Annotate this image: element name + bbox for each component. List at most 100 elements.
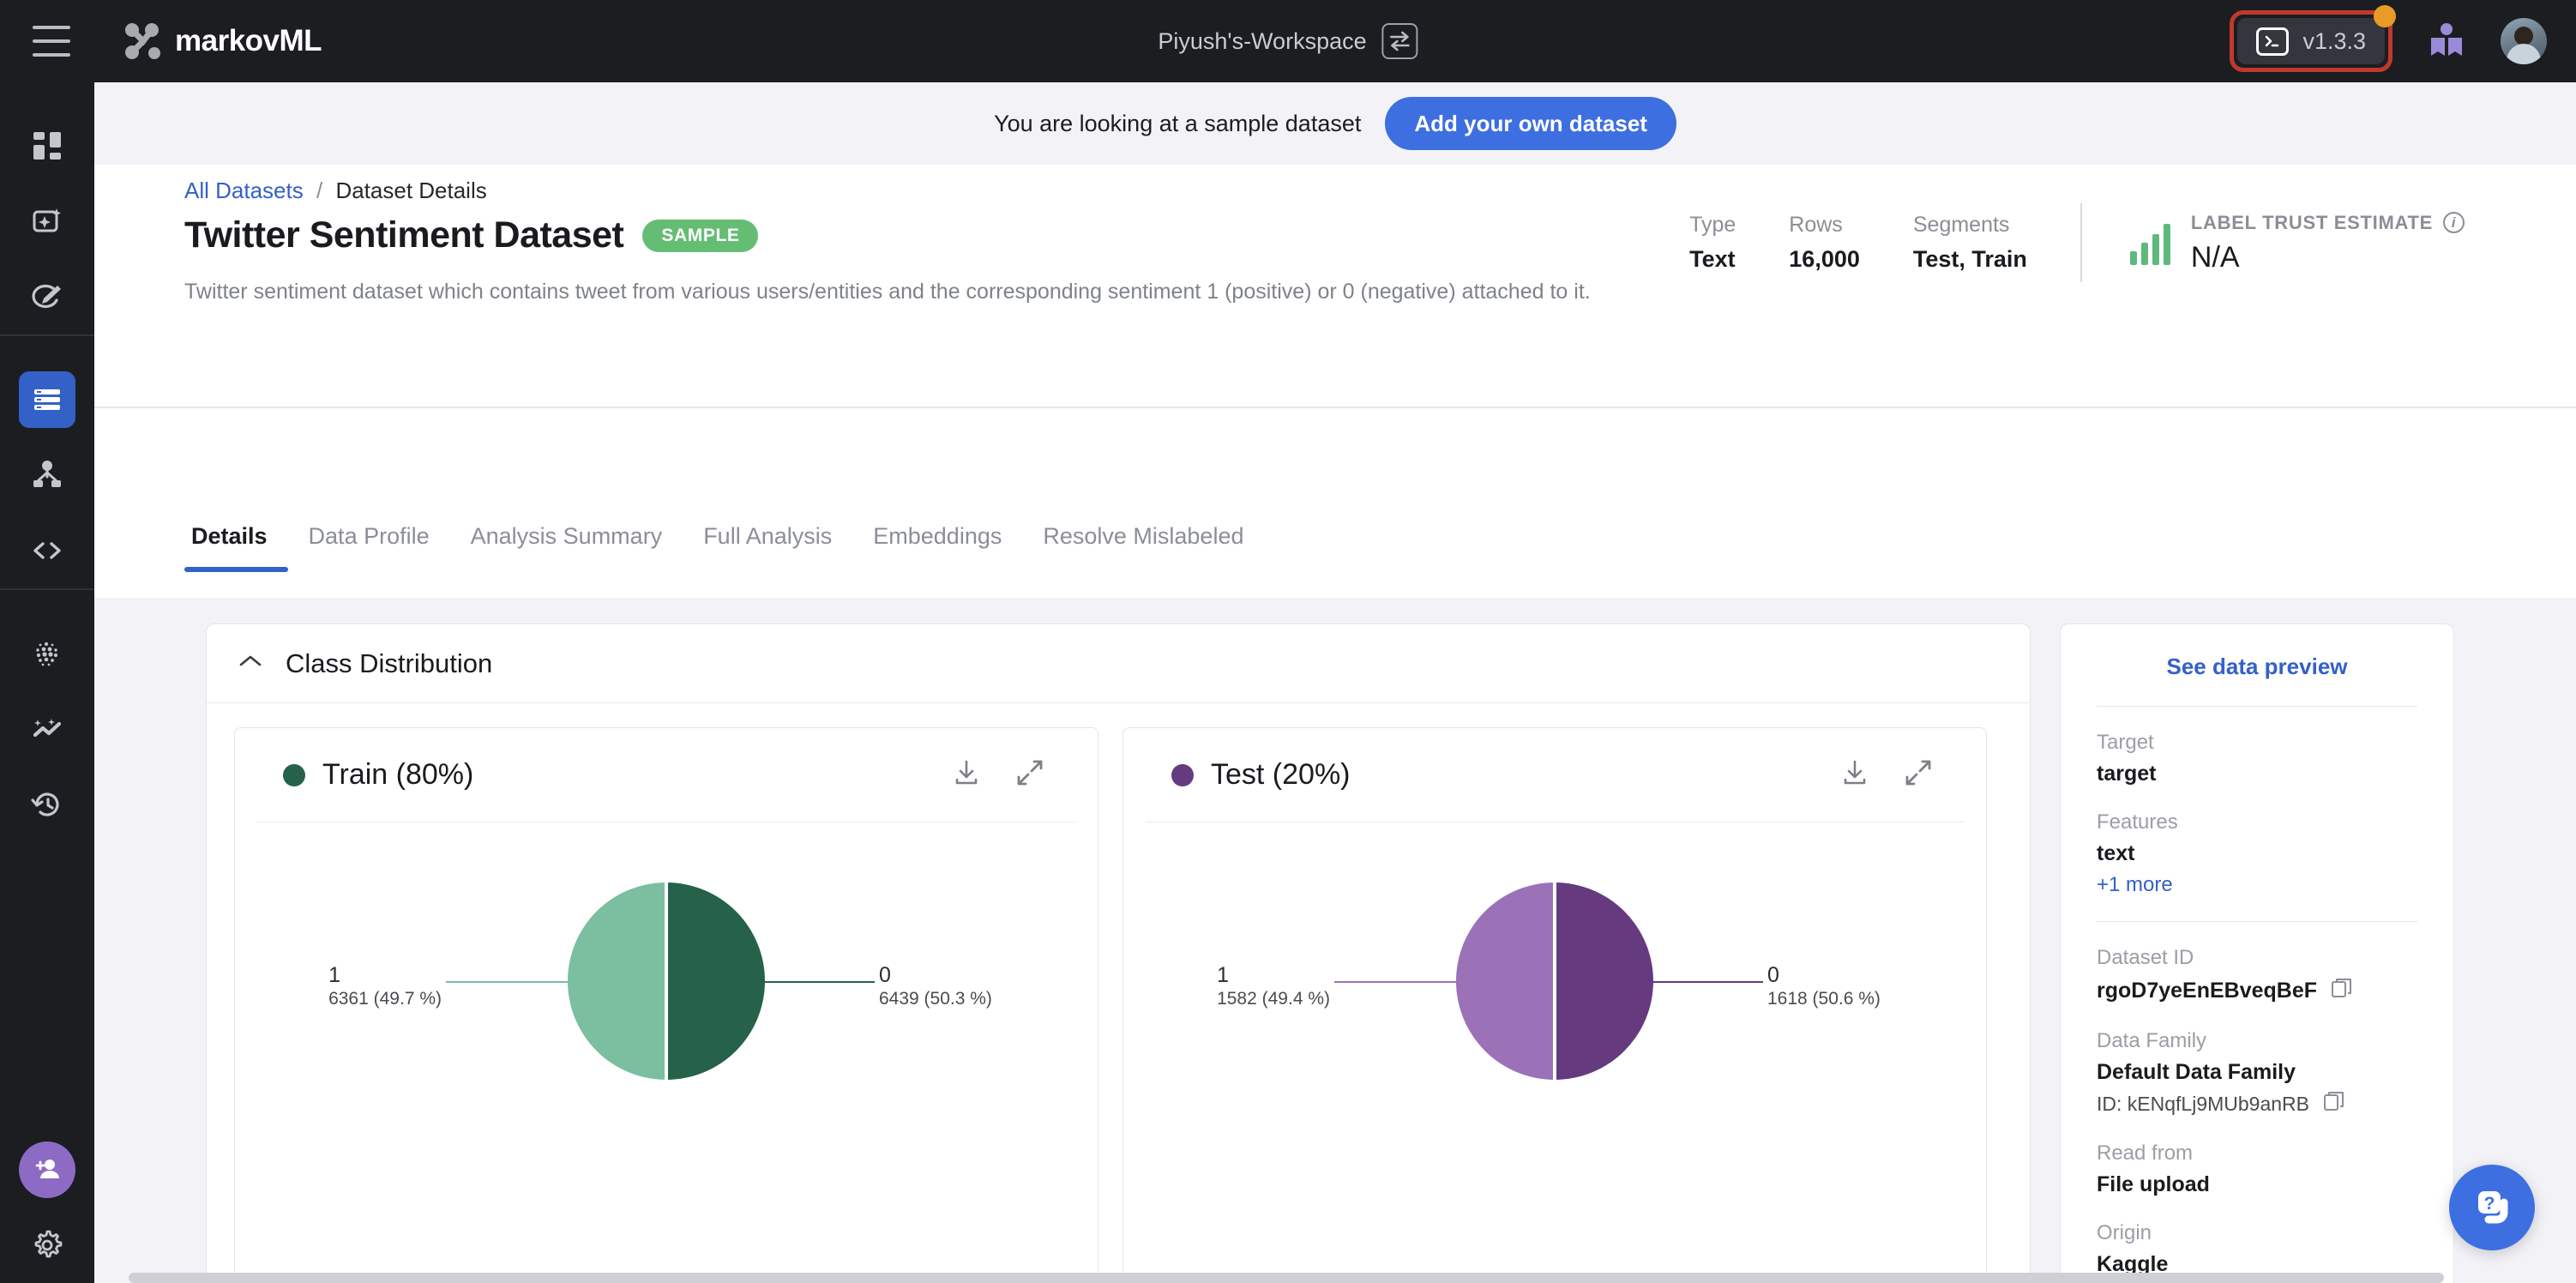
train-pie-chart[interactable]	[568, 882, 765, 1080]
train-slice-1	[568, 882, 666, 1080]
history-clock-icon	[19, 776, 75, 833]
book-icon[interactable]	[2427, 21, 2466, 61]
expand-icon[interactable]	[1904, 758, 1933, 792]
copy-icon[interactable]	[2331, 977, 2353, 1005]
horizontal-scrollbar[interactable]	[129, 1273, 2444, 1283]
tab-data-profile[interactable]: Data Profile	[288, 523, 450, 572]
tabs-underline	[94, 407, 2576, 408]
test-label-class-0: 0 1618 (50.6 %)	[1767, 962, 1881, 1009]
card-title: Class Distribution	[286, 648, 493, 678]
version-badge-wrapper: v1.3.3	[2230, 5, 2396, 72]
banner-text: You are looking at a sample dataset	[994, 110, 1362, 136]
train-leader-line-right	[765, 981, 875, 983]
expand-icon[interactable]	[1015, 758, 1044, 792]
read-from-label: Read from	[2097, 1141, 2194, 1165]
tab-resolve-mislabeled[interactable]: Resolve Mislabeled	[1022, 523, 1264, 572]
add-user-icon	[19, 1141, 75, 1198]
read-from-value: File upload	[2097, 1172, 2210, 1196]
workspace-switcher[interactable]: Piyush's-Workspace	[1158, 23, 1418, 59]
field-target: Target target	[2097, 731, 2417, 786]
sidebar-item-datasets[interactable]	[0, 362, 94, 437]
tab-analysis-summary[interactable]: Analysis Summary	[450, 523, 683, 572]
panel-divider-2	[2097, 921, 2417, 922]
breadcrumb-separator: /	[316, 178, 323, 203]
hamburger-menu-icon[interactable]	[33, 26, 70, 57]
label-trust-estimate: LABEL TRUST ESTIMATE i N/A	[2129, 212, 2465, 274]
train-slice-0	[666, 882, 765, 1080]
stat-type-label: Type	[1689, 213, 1736, 237]
breadcrumb-all-datasets[interactable]: All Datasets	[184, 178, 304, 203]
download-icon[interactable]	[952, 758, 981, 792]
content-area: Class Distribution Train (80%) 1 6361 (4…	[94, 598, 2576, 1283]
page-title: Twitter Sentiment Dataset	[184, 214, 624, 256]
sidebar-item-dashboard[interactable]	[0, 108, 94, 184]
copy-icon[interactable]	[2323, 1090, 2345, 1117]
test-pie-split	[1553, 882, 1556, 1080]
test-chart-header: Test (20%)	[1146, 728, 1964, 822]
version-label: v1.3.3	[2302, 27, 2366, 54]
train-label-0-key: 0	[879, 963, 891, 987]
test-pie-area: 1 1582 (49.4 %) 0 1618 (50.6 %)	[1123, 822, 1986, 1268]
target-value: target	[2097, 762, 2157, 786]
target-label: Target	[2097, 731, 2154, 754]
field-dataset-id: Dataset ID rgoD7yeEnEBveqBeF	[2097, 946, 2417, 1005]
sidebar-item-invite-users[interactable]	[0, 1132, 94, 1208]
train-label-class-1: 1 6361 (49.7 %)	[328, 962, 442, 1009]
dataset-stats: Type Text Rows 16,000 Segments Test, Tra…	[1689, 203, 2465, 282]
features-more-link[interactable]: +1 more	[2097, 873, 2417, 897]
sidebar-item-insights[interactable]	[0, 691, 94, 767]
dataset-id-value: rgoD7yeEnEBveqBeF	[2097, 979, 2318, 1003]
test-slice-0	[1555, 882, 1653, 1080]
pencil-circle-icon	[19, 268, 75, 325]
workspace-name: Piyush's-Workspace	[1158, 27, 1367, 54]
title-row: Twitter Sentiment Dataset SAMPLE	[184, 214, 759, 256]
sidebar-item-history[interactable]	[0, 767, 94, 842]
train-pie-area: 1 6361 (49.7 %) 0 6439 (50.3 %)	[235, 822, 1098, 1268]
download-icon[interactable]	[1840, 758, 1869, 792]
train-chart-title: Train (80%)	[322, 758, 474, 791]
trust-value: N/A	[2190, 240, 2240, 274]
chevron-up-icon[interactable]	[238, 653, 263, 674]
test-chart-actions	[1840, 758, 1933, 792]
sparkle-trend-icon	[19, 701, 75, 757]
train-label-class-0: 0 6439 (50.3 %)	[879, 962, 992, 1009]
add-your-own-dataset-button[interactable]: Add your own dataset	[1385, 97, 1676, 150]
tab-full-analysis[interactable]: Full Analysis	[683, 523, 852, 572]
test-pie-chart[interactable]	[1456, 882, 1653, 1080]
sample-badge: SAMPLE	[642, 219, 759, 252]
see-data-preview-link[interactable]: See data preview	[2097, 654, 2417, 680]
user-avatar[interactable]	[2501, 18, 2547, 64]
dataset-description: Twitter sentiment dataset which contains…	[184, 280, 1591, 304]
tab-details[interactable]: Details	[184, 523, 288, 572]
info-icon[interactable]: i	[2443, 212, 2465, 233]
tab-embeddings[interactable]: Embeddings	[852, 523, 1022, 572]
test-chart: Test (20%) 1 1582 (49.4 %) 0 1618 (50.6 …	[1122, 727, 1987, 1283]
topbar-right-actions: v1.3.3	[2230, 5, 2547, 72]
sidebar-item-models[interactable]	[0, 437, 94, 513]
features-value: text	[2097, 841, 2135, 865]
data-family-id-row: ID: kENqfLj9MUb9anRB	[2097, 1090, 2417, 1117]
workspace-switch-icon[interactable]	[1381, 23, 1418, 59]
top-bar: markovML Piyush's-Workspace v1.3.3	[0, 0, 2576, 82]
sidebar-item-annotate[interactable]	[0, 259, 94, 334]
sidebar-item-embeddings[interactable]	[0, 616, 94, 691]
panel-divider-1	[2097, 706, 2417, 707]
class-distribution-card: Class Distribution Train (80%) 1 6361 (4…	[206, 623, 2031, 1283]
test-label-class-1: 1 1582 (49.4 %)	[1217, 962, 1330, 1009]
stat-segments-label: Segments	[1912, 213, 2010, 237]
sidebar-item-settings[interactable]	[0, 1208, 94, 1283]
charts-row: Train (80%) 1 6361 (49.7 %) 0 6439 (50.3…	[207, 703, 2030, 1283]
help-chat-button[interactable]: ?	[2449, 1165, 2535, 1250]
brand[interactable]: markovML	[123, 22, 322, 60]
dataset-info-panel: See data preview Target target Features …	[2060, 623, 2454, 1283]
test-leader-line-right	[1653, 981, 1763, 983]
tab-bar: Details Data Profile Analysis Summary Fu…	[184, 523, 2483, 576]
test-chart-title: Test (20%)	[1211, 758, 1351, 791]
field-data-family: Data Family Default Data Family ID: kENq…	[2097, 1029, 2417, 1117]
sidebar-item-code[interactable]	[0, 513, 94, 588]
test-label-0-value: 1618 (50.6 %)	[1767, 989, 1881, 1009]
test-leader-line-left	[1334, 981, 1456, 983]
train-leader-line-left	[446, 981, 568, 983]
sidebar-item-new-project[interactable]	[0, 184, 94, 259]
version-button[interactable]: v1.3.3	[2237, 18, 2385, 64]
